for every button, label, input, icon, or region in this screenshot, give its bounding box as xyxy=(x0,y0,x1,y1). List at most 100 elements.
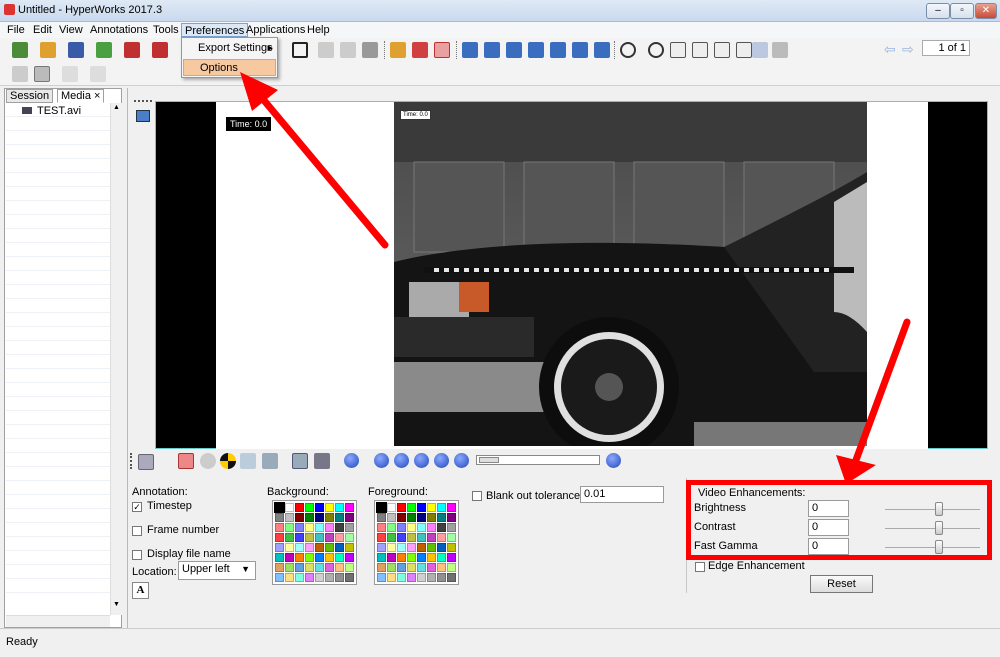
color-swatch[interactable] xyxy=(407,513,416,522)
color-swatch[interactable] xyxy=(325,503,334,512)
color-swatch[interactable] xyxy=(437,513,446,522)
color-swatch[interactable] xyxy=(427,563,436,572)
font-button[interactable]: A xyxy=(132,582,149,599)
display-file-name-checkbox[interactable] xyxy=(132,550,142,560)
last-frame-icon[interactable] xyxy=(454,453,469,468)
color-swatch[interactable] xyxy=(345,573,354,582)
color-swatch[interactable] xyxy=(407,573,416,582)
color-swatch[interactable] xyxy=(407,563,416,572)
color-swatch[interactable] xyxy=(275,563,284,572)
color-swatch[interactable] xyxy=(335,563,344,572)
page-layout-5-icon[interactable] xyxy=(550,42,566,58)
color-swatch[interactable] xyxy=(275,573,284,582)
color-swatch[interactable] xyxy=(305,573,314,582)
color-swatch[interactable] xyxy=(417,543,426,552)
background-color-palette[interactable] xyxy=(272,500,357,585)
menu-help[interactable]: Help xyxy=(304,23,333,37)
color-swatch[interactable] xyxy=(345,563,354,572)
color-swatch[interactable] xyxy=(335,553,344,562)
step-forward-icon[interactable] xyxy=(434,453,449,468)
color-swatch[interactable] xyxy=(387,503,396,512)
measure-icon[interactable] xyxy=(240,453,256,469)
color-swatch[interactable] xyxy=(285,513,294,522)
save-icon[interactable] xyxy=(68,42,84,58)
color-swatch[interactable] xyxy=(417,563,426,572)
color-swatch[interactable] xyxy=(427,503,436,512)
color-swatch[interactable] xyxy=(285,543,294,552)
layout3-icon[interactable] xyxy=(362,42,378,58)
color-swatch[interactable] xyxy=(417,513,426,522)
color-swatch[interactable] xyxy=(427,543,436,552)
color-swatch[interactable] xyxy=(305,553,314,562)
pan-hand-icon[interactable] xyxy=(670,42,686,58)
color-swatch[interactable] xyxy=(345,533,354,542)
color-swatch[interactable] xyxy=(437,553,446,562)
color-swatch[interactable] xyxy=(305,523,314,532)
scroll-up-icon[interactable]: ▲ xyxy=(112,104,121,114)
color-swatch[interactable] xyxy=(417,503,426,512)
color-swatch[interactable] xyxy=(447,503,456,512)
color-swatch[interactable] xyxy=(447,573,456,582)
location-dropdown[interactable]: Upper left ▼ xyxy=(178,561,256,580)
vertical-scrollbar[interactable]: ▲ ▼ xyxy=(110,103,122,615)
menu-view[interactable]: View xyxy=(56,23,86,37)
reset-button[interactable]: Reset xyxy=(810,575,873,593)
color-swatch[interactable] xyxy=(377,543,386,552)
menu-item-export-settings[interactable]: Export Settings ▸ xyxy=(182,39,277,57)
color-swatch[interactable] xyxy=(295,573,304,582)
color-swatch[interactable] xyxy=(315,543,324,552)
color-swatch[interactable] xyxy=(387,563,396,572)
color-swatch[interactable] xyxy=(325,573,334,582)
hand-icon[interactable] xyxy=(714,42,730,58)
page-layout-6-icon[interactable] xyxy=(572,42,588,58)
layout-icon[interactable] xyxy=(318,42,334,58)
tool-c-icon[interactable] xyxy=(62,66,78,82)
import-icon[interactable] xyxy=(96,42,112,58)
color-swatch[interactable] xyxy=(285,573,294,582)
color-swatch[interactable] xyxy=(305,533,314,542)
color-swatch[interactable] xyxy=(285,563,294,572)
minimize-button[interactable]: – xyxy=(926,3,950,19)
maximize-button[interactable]: ▫ xyxy=(950,3,974,19)
close-tab-icon[interactable]: × xyxy=(94,90,100,102)
color-swatch[interactable] xyxy=(427,533,436,542)
color-swatch[interactable] xyxy=(345,553,354,562)
color-swatch[interactable] xyxy=(397,513,406,522)
color-swatch[interactable] xyxy=(407,543,416,552)
color-swatch[interactable] xyxy=(447,523,456,532)
color-swatch[interactable] xyxy=(285,503,294,512)
first-frame-icon[interactable] xyxy=(374,453,389,468)
color-swatch[interactable] xyxy=(427,573,436,582)
page-layout-4-icon[interactable] xyxy=(528,42,544,58)
select-icon[interactable] xyxy=(752,42,768,58)
color-swatch[interactable] xyxy=(305,513,314,522)
color-swatch[interactable] xyxy=(377,513,386,522)
color-swatch[interactable] xyxy=(387,573,396,582)
color-swatch[interactable] xyxy=(345,523,354,532)
next-page-icon[interactable]: ⇨ xyxy=(902,42,918,58)
color-swatch[interactable] xyxy=(407,533,416,542)
tool-a-icon[interactable] xyxy=(12,66,28,82)
color-swatch[interactable] xyxy=(315,513,324,522)
color-swatch[interactable] xyxy=(295,533,304,542)
color-swatch[interactable] xyxy=(417,533,426,542)
color-swatch[interactable] xyxy=(325,523,334,532)
color-swatch[interactable] xyxy=(437,563,446,572)
page-layout-1-icon[interactable] xyxy=(462,42,478,58)
color-swatch[interactable] xyxy=(437,533,446,542)
color-swatch[interactable] xyxy=(417,523,426,532)
rotate-hand-icon[interactable] xyxy=(692,42,708,58)
menu-file[interactable]: File xyxy=(4,23,28,37)
color-swatch[interactable] xyxy=(295,563,304,572)
ppt-export-icon[interactable] xyxy=(152,42,168,58)
color-swatch[interactable] xyxy=(387,553,396,562)
color-swatch[interactable] xyxy=(305,503,314,512)
color-swatch[interactable] xyxy=(335,503,344,512)
menu-edit[interactable]: Edit xyxy=(30,23,55,37)
color-swatch[interactable] xyxy=(315,563,324,572)
color-swatch[interactable] xyxy=(315,503,324,512)
color-swatch[interactable] xyxy=(315,573,324,582)
color-swatch[interactable] xyxy=(295,513,304,522)
camera-icon[interactable] xyxy=(138,454,154,470)
color-swatch[interactable] xyxy=(335,513,344,522)
